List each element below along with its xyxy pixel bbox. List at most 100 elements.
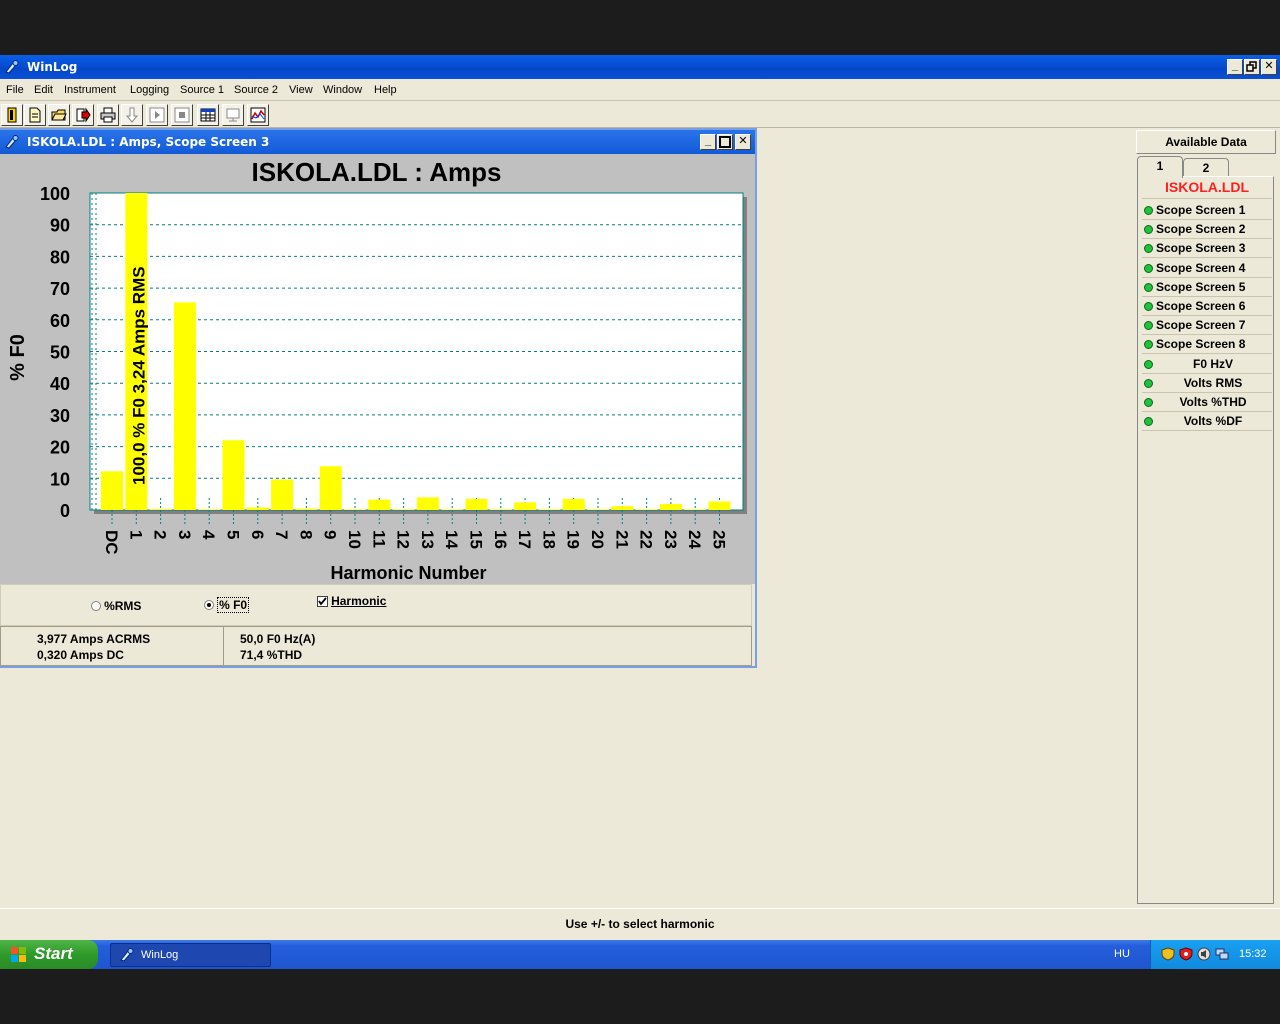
y-tick-label: 50 [50,343,70,363]
display-options: %RMS % F0 Harmonic [0,584,752,626]
rms-radio[interactable]: %RMS [91,599,141,613]
status-dot-icon [1144,263,1153,273]
thd-value: 71,4 %THD [240,648,303,662]
data-item[interactable]: Scope Screen 2 [1142,220,1272,240]
available-data-header: Available Data [1136,130,1276,154]
data-item-label: Scope Screen 2 [1156,222,1246,237]
close-button[interactable]: ✕ [1261,59,1277,75]
y-tick-label: 70 [50,279,70,299]
data-item-label: Scope Screen 6 [1156,299,1246,313]
start-button[interactable]: Start [0,940,98,969]
stop-icon [174,107,190,123]
open-folder-icon [51,109,67,121]
network-icon[interactable] [1215,947,1229,961]
rms-radio-label: %RMS [104,599,142,613]
harmonic-checkbox-label: Harmonic [331,594,387,608]
clock: 15:32 [1239,948,1267,960]
scope-window-title: ISKOLA.LDL : Amps, Scope Screen 3 [27,135,270,149]
x-tick-label: 11 [369,530,388,548]
freq-value: 50,0 F0 Hz(A) [240,632,316,646]
data-item[interactable]: Scope Screen 8 [1142,335,1272,355]
data-item[interactable]: Volts RMS [1142,374,1272,393]
y-tick-label: 80 [50,247,70,267]
x-tick-label: 1 [126,530,145,539]
volume-icon[interactable] [1197,947,1211,961]
menu-logging[interactable]: Logging [130,84,169,96]
x-tick-label: 19 [564,530,583,549]
bar [368,499,391,510]
data-item[interactable]: F0 HzV [1142,355,1272,374]
language-indicator[interactable]: HU [1114,948,1130,960]
y-tick-label: 60 [50,311,70,331]
maximize-icon [719,136,731,148]
x-tick-label: 25 [710,530,729,549]
file-name-label[interactable]: ISKOLA.LDL [1142,179,1272,199]
bar [198,509,221,510]
antivirus-icon[interactable] [1179,947,1193,961]
desktop-window: WinLog _ ✕ File Edit Instrument Logging … [0,55,1280,969]
taskbar-winlog-item[interactable]: WinLog [110,943,271,967]
menu-file[interactable]: File [6,84,24,96]
toolbar-open-button[interactable] [48,104,70,126]
toolbar-stop-button[interactable] [171,104,193,126]
toolbar-new-button[interactable] [24,104,46,126]
menu-view[interactable]: View [289,84,313,96]
toolbar-play-button[interactable] [146,104,168,126]
minimize-button[interactable]: _ [1227,59,1243,75]
data-item[interactable]: Scope Screen 7 [1142,316,1272,336]
bar [392,509,415,510]
data-item-label: Scope Screen 1 [1156,203,1246,217]
harmonic-checkbox-box [317,595,328,607]
taskbar: Start WinLog HU 15:32 [0,940,1280,969]
system-tray: 15:32 [1150,940,1280,969]
menu-edit[interactable]: Edit [34,84,53,96]
menu-instrument[interactable]: Instrument [64,84,116,96]
x-tick-label: 14 [442,530,461,549]
bar [173,302,196,510]
toolbar-graph-button[interactable] [247,104,269,126]
x-tick-label: 3 [175,530,194,539]
toolbar-download-button[interactable] [121,104,143,126]
f0-radio[interactable]: % F0 [204,597,250,613]
checkmark-icon [318,596,327,606]
menu-source-1[interactable]: Source 1 [180,84,224,96]
rms-radio-circle [91,601,101,611]
status-dot-icon [1144,359,1153,369]
tab-2[interactable]: 2 [1183,158,1229,178]
bar [635,509,658,510]
data-item[interactable]: Scope Screen 1 [1142,201,1272,220]
toolbar-export-button[interactable] [72,104,94,126]
tab-1[interactable]: 1 [1137,156,1183,178]
toolbar-table-button[interactable] [197,104,219,126]
bar [319,466,342,510]
toolbar-print-button[interactable] [97,104,119,126]
child-maximize-button[interactable] [717,134,733,150]
f0-radio-label: % F0 [217,597,250,613]
acrms-value: 3,977 Amps ACRMS [37,632,151,646]
x-tick-label: 23 [661,530,680,549]
child-minimize-button[interactable]: _ [700,134,716,150]
data-item[interactable]: Volts %DF [1142,412,1272,432]
y-tick-label: 40 [50,374,70,394]
child-close-button[interactable]: ✕ [735,134,751,150]
data-item[interactable]: Volts %THD [1142,393,1272,412]
bar [587,509,609,510]
data-item[interactable]: Scope Screen 6 [1142,297,1272,316]
menu-help[interactable]: Help [374,84,397,96]
new-document-icon [29,107,41,123]
data-item[interactable]: Scope Screen 4 [1142,259,1272,278]
menu-window[interactable]: Window [323,84,362,96]
toolbar-monitor-button[interactable] [222,104,244,126]
toolbar-exit-button[interactable] [1,104,23,126]
data-item-label: F0 HzV [1192,356,1233,371]
bar [271,479,294,510]
harmonic-checkbox[interactable]: Harmonic [317,594,386,608]
bar [149,509,172,510]
restore-button[interactable] [1244,59,1260,75]
data-item[interactable]: Scope Screen 3 [1142,239,1272,259]
menu-source-2[interactable]: Source 2 [234,84,278,96]
data-item[interactable]: Scope Screen 5 [1142,278,1272,297]
security-shield-icon[interactable] [1161,947,1175,961]
bar [538,509,561,510]
app-titlebar: WinLog _ ✕ [0,55,1280,79]
